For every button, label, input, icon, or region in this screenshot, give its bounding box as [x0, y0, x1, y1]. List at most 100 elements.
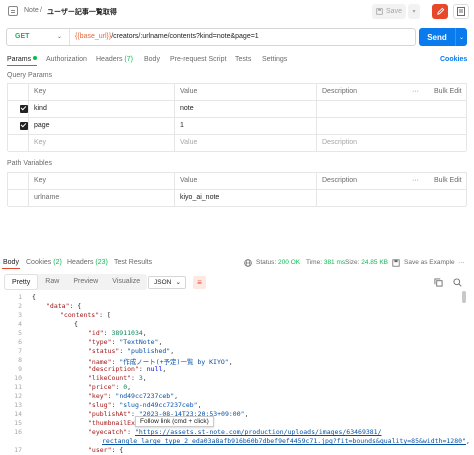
tab-headers-label: Headers: [96, 56, 123, 63]
table-header-row: Key Value Description ··· Bulk Edit: [8, 84, 466, 101]
response-tab-headers[interactable]: Headers (23): [67, 259, 108, 266]
cookies-link[interactable]: Cookies: [440, 56, 467, 63]
line-number: 14: [14, 410, 22, 418]
bulk-edit-button[interactable]: Bulk Edit: [428, 173, 462, 189]
param-value[interactable]: note: [174, 101, 194, 117]
code-line: "description": null,: [88, 365, 167, 373]
line-number: 12: [14, 392, 22, 400]
bulk-edit-button[interactable]: Bulk Edit: [428, 84, 462, 100]
search-icon[interactable]: [453, 278, 462, 287]
code-line: "contents": [: [60, 311, 111, 319]
new-description-input[interactable]: Description: [316, 135, 357, 151]
column-header-value: Value: [180, 177, 198, 184]
request-icon: [8, 6, 18, 16]
line-number: 6: [18, 338, 22, 346]
code-line: "data": {: [46, 302, 82, 310]
code-line: "price": 0,: [88, 383, 132, 391]
column-header-value: Value: [180, 88, 198, 95]
url-input[interactable]: {{base_url}}/creators/:urlname/contents?…: [75, 33, 259, 40]
code-key: "contents": [60, 311, 100, 319]
headers-count: (23): [95, 259, 108, 266]
tab-tests[interactable]: Tests: [235, 56, 251, 63]
save-as-example-button[interactable]: Save as Example: [404, 259, 455, 266]
code-key: "slug": [88, 401, 112, 409]
line-number: 9: [18, 365, 22, 373]
chevron-down-icon[interactable]: ⌄: [455, 28, 467, 46]
method-select[interactable]: GET: [15, 33, 29, 40]
globe-icon[interactable]: [244, 259, 252, 267]
size-readout[interactable]: Size: 24.85 KB: [345, 259, 388, 266]
edit-icon: [436, 7, 444, 15]
eyecatch-link[interactable]: "https://assets.st-note.com/production/u…: [135, 428, 382, 436]
breadcrumb-parent[interactable]: Note: [24, 7, 39, 14]
code-key: "key": [88, 392, 108, 400]
wrap-lines-button[interactable]: ≡: [193, 276, 206, 289]
view-mode-pretty[interactable]: Pretty: [4, 274, 39, 290]
code-line: "key": "nd49cc7237ceb",: [88, 392, 179, 400]
tab-authorization[interactable]: Authorization: [46, 56, 87, 63]
view-mode-preview[interactable]: Preview: [66, 274, 105, 290]
code-line: rectangle_large_type_2_eda03a8afb916b60b…: [102, 437, 470, 445]
more-icon[interactable]: ···: [406, 84, 419, 100]
param-key[interactable]: page: [28, 118, 50, 134]
code-line: "slug": "slug-nd49cc7237ceb",: [88, 401, 202, 409]
save-button[interactable]: Save: [372, 4, 406, 19]
code-key: "description": [88, 365, 139, 373]
param-value[interactable]: 1: [174, 118, 184, 134]
send-label: Send: [427, 32, 447, 42]
code-value: 0: [123, 383, 128, 391]
status-readout[interactable]: Status: 200 OK: [256, 259, 300, 266]
edit-button[interactable]: [432, 4, 448, 19]
save-icon: [376, 8, 383, 15]
param-description[interactable]: [316, 101, 456, 117]
view-mode-raw[interactable]: Raw: [38, 274, 66, 290]
param-enabled-checkbox[interactable]: [20, 105, 28, 113]
tab-headers[interactable]: Headers (7): [96, 56, 133, 63]
chevron-down-icon[interactable]: ⌄: [57, 33, 62, 40]
param-description[interactable]: [316, 118, 456, 134]
documentation-button[interactable]: [453, 4, 469, 19]
save-options-button[interactable]: ▾: [408, 4, 420, 19]
code-key: "type": [88, 338, 112, 346]
cookies-count: (2): [53, 259, 62, 266]
response-tab-test-results[interactable]: Test Results: [114, 259, 152, 266]
new-key-input[interactable]: Key: [28, 135, 46, 151]
param-enabled-checkbox[interactable]: [20, 122, 28, 130]
more-icon[interactable]: ···: [406, 173, 419, 189]
table-row-new: Key Value Description: [8, 135, 466, 152]
response-tab-body[interactable]: Body: [3, 259, 19, 266]
format-select[interactable]: JSON ⌄: [148, 276, 186, 289]
send-button[interactable]: Send ⌄: [419, 28, 467, 46]
line-number: 8: [18, 356, 22, 364]
query-params-table: Key Value Description ··· Bulk Edit kind…: [7, 83, 467, 152]
line-number: 13: [14, 401, 22, 409]
copy-icon[interactable]: [434, 278, 443, 287]
response-tab-cookies[interactable]: Cookies (2): [26, 259, 62, 266]
editor-scrollbar[interactable]: [462, 291, 466, 303]
path-variable-description[interactable]: [316, 190, 456, 206]
tab-params[interactable]: Params: [7, 56, 38, 63]
view-mode-visualize[interactable]: Visualize: [105, 274, 147, 290]
code-key: "status": [88, 347, 120, 355]
line-number: 11: [14, 383, 22, 391]
tab-settings[interactable]: Settings: [262, 56, 287, 63]
divider: [28, 84, 29, 151]
active-dot-icon: [33, 56, 38, 60]
time-readout[interactable]: Time: 381 ms: [306, 259, 345, 266]
time-value: 381 ms: [323, 259, 346, 266]
path-variables-table: Key Value Description ··· Bulk Edit urln…: [7, 172, 467, 207]
table-header-row: Key Value Description ··· Bulk Edit: [8, 173, 466, 190]
more-icon[interactable]: ···: [458, 259, 465, 266]
tab-pre-request-script[interactable]: Pre-request Script: [170, 56, 226, 63]
param-key[interactable]: kind: [28, 101, 47, 117]
line-number: 2: [18, 302, 22, 310]
eyecatch-link-continued[interactable]: rectangle_large_type_2_eda03a8afb916b60b…: [102, 437, 466, 445]
path-variable-value[interactable]: kiyo_ai_note: [174, 190, 219, 206]
response-body-editor[interactable]: 1 2 3 4 5 6 7 8 9 10 11 12 13 14 15 16 1…: [0, 293, 470, 455]
tab-body[interactable]: Body: [144, 56, 160, 63]
line-number: 16: [14, 428, 22, 436]
active-tab-indicator: [7, 65, 37, 66]
new-value-input[interactable]: Value: [174, 135, 197, 151]
line-number: 15: [14, 419, 22, 427]
request-title[interactable]: ユーザー記事一覧取得: [47, 7, 117, 17]
